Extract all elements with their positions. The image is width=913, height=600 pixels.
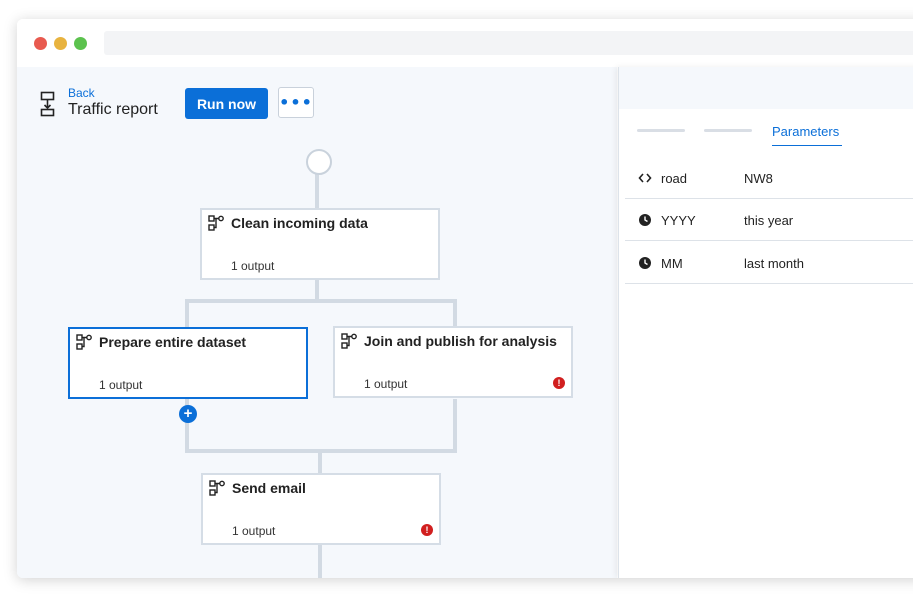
connector — [185, 299, 457, 303]
param-value: last month — [744, 256, 804, 271]
page-title: Traffic report — [68, 101, 158, 118]
error-icon[interactable]: ! — [421, 524, 433, 536]
clock-icon — [639, 214, 651, 226]
connector — [185, 299, 189, 329]
more-options-button[interactable]: ••• — [278, 87, 314, 118]
browser-window: Back Traffic report Run now ••• Clean in… — [17, 19, 913, 578]
minimize-window-button[interactable] — [54, 37, 67, 50]
address-bar[interactable] — [104, 31, 913, 55]
title-bar — [17, 19, 913, 67]
param-name: MM — [661, 256, 683, 271]
step-node-clean-incoming-data[interactable]: Clean incoming data 1 output — [200, 208, 440, 280]
step-title: Send email — [232, 480, 306, 496]
maximize-window-button[interactable] — [74, 37, 87, 50]
connector — [315, 279, 319, 301]
step-title: Prepare entire dataset — [99, 334, 247, 350]
step-output-count: 1 output — [231, 259, 275, 273]
run-now-button[interactable]: Run now — [185, 88, 268, 119]
details-panel: Parameters road NW8 YYYY this year MM la… — [618, 67, 913, 578]
error-icon[interactable]: ! — [553, 377, 565, 389]
step-output-count: 1 output — [364, 377, 408, 391]
step-node-prepare-entire-dataset[interactable]: Prepare entire dataset 1 output — [68, 327, 308, 399]
param-row[interactable]: road NW8 — [625, 156, 913, 199]
transform-icon — [341, 333, 357, 349]
back-link[interactable]: Back — [68, 86, 95, 100]
step-title: Join and publish for analysis — [364, 333, 557, 349]
tab-placeholder[interactable] — [637, 129, 685, 132]
step-output-count: 1 output — [232, 524, 276, 538]
param-value: this year — [744, 213, 794, 228]
flow-icon — [40, 91, 55, 117]
code-icon — [638, 173, 652, 183]
param-row[interactable]: MM last month — [625, 241, 913, 284]
start-node[interactable] — [306, 149, 332, 175]
tab-parameters[interactable]: Parameters — [772, 124, 842, 146]
connector — [315, 173, 319, 209]
param-name: YYYY — [661, 213, 696, 228]
connector — [318, 449, 322, 475]
connector — [318, 545, 322, 578]
step-node-join-and-publish[interactable]: Join and publish for analysis 1 output ! — [333, 326, 573, 398]
panel-header — [619, 67, 913, 109]
step-output-count: 1 output — [99, 378, 143, 392]
param-value: NW8 — [744, 171, 773, 186]
step-title: Clean incoming data — [231, 215, 368, 231]
add-step-button[interactable]: + — [179, 405, 197, 423]
transform-icon — [208, 215, 224, 231]
close-window-button[interactable] — [34, 37, 47, 50]
tab-placeholder[interactable] — [704, 129, 752, 132]
param-name: road — [661, 171, 688, 186]
clock-icon — [639, 257, 651, 269]
connector — [453, 399, 457, 451]
param-row[interactable]: YYYY this year — [625, 198, 913, 241]
connector — [453, 299, 457, 329]
transform-icon — [209, 480, 225, 496]
step-node-send-email[interactable]: Send email 1 output ! — [201, 473, 441, 545]
transform-icon — [76, 334, 92, 350]
